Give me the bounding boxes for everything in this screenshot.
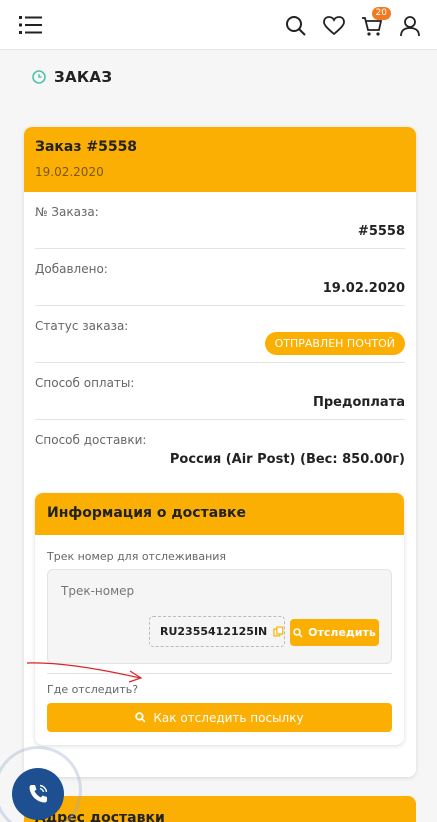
cart-count-badge: 20 bbox=[371, 7, 391, 20]
header-actions: 20 bbox=[283, 7, 423, 44]
user-icon[interactable] bbox=[397, 13, 423, 39]
track-code-text: RU2355412125IN bbox=[160, 625, 268, 638]
row-label: Добавлено: bbox=[35, 262, 108, 276]
search-icon bbox=[293, 627, 303, 638]
clock-icon bbox=[32, 70, 46, 84]
row-label: № Заказа: bbox=[35, 205, 99, 219]
delivery-info-card: Информация о доставке Трек номер для отс… bbox=[35, 493, 404, 745]
track-number-box: Трек-номер RU2355412125IN Отследить bbox=[47, 569, 392, 664]
order-number-row: № Заказа: #5558 bbox=[35, 192, 405, 249]
track-button-label: Отследить bbox=[308, 626, 376, 639]
page-title: ЗАКАЗ bbox=[32, 68, 112, 86]
how-to-track-button[interactable]: Как отследить посылку bbox=[47, 703, 392, 732]
row-value: Предоплата bbox=[312, 395, 405, 410]
search-icon bbox=[135, 712, 146, 723]
track-box-title: Трек-номер bbox=[61, 584, 135, 598]
order-status-row: Статус заказа: ОТПРАВЛЕН ПОЧТОЙ bbox=[35, 306, 405, 363]
order-title: Заказ #5558 bbox=[35, 139, 138, 155]
row-value: 19.02.2020 bbox=[322, 281, 405, 296]
copy-icon[interactable] bbox=[273, 626, 284, 637]
row-label: Способ оплаты: bbox=[35, 376, 135, 390]
call-button[interactable] bbox=[12, 768, 64, 820]
order-header: Заказ #5558 19.02.2020 bbox=[24, 127, 416, 192]
payment-method-row: Способ оплаты: Предоплата bbox=[35, 363, 405, 420]
page-title-text: ЗАКАЗ bbox=[54, 68, 113, 86]
cart-icon[interactable]: 20 bbox=[359, 7, 391, 39]
track-button[interactable]: Отследить bbox=[290, 619, 379, 646]
order-added-row: Добавлено: 19.02.2020 bbox=[35, 249, 405, 306]
order-date: 19.02.2020 bbox=[35, 165, 104, 179]
delivery-info-title: Информация о доставке bbox=[35, 493, 404, 535]
row-label: Способ доставки: bbox=[35, 433, 147, 447]
row-value: Россия (Air Post) (Вес: 850.00г) bbox=[169, 452, 405, 467]
track-number-label: Трек номер для отслеживания bbox=[47, 550, 227, 563]
phone-icon bbox=[29, 784, 48, 803]
top-bar: 20 bbox=[0, 0, 437, 50]
search-icon[interactable] bbox=[283, 13, 309, 39]
heart-icon[interactable] bbox=[321, 13, 347, 39]
row-value: #5558 bbox=[357, 224, 405, 239]
shipping-method-row: Способ доставки: Россия (Air Post) (Вес:… bbox=[35, 420, 405, 477]
menu-icon[interactable] bbox=[18, 12, 44, 38]
how-to-track-label: Как отследить посылку bbox=[153, 710, 304, 725]
red-arrow-annotation bbox=[26, 662, 143, 683]
track-code-field[interactable]: RU2355412125IN bbox=[149, 616, 285, 647]
status-badge: ОТПРАВЛЕН ПОЧТОЙ bbox=[264, 332, 405, 355]
delivery-address-card: Адрес доставки bbox=[24, 796, 416, 822]
row-label: Статус заказа: bbox=[35, 319, 129, 333]
page-content: ЗАКАЗ Заказ #5558 19.02.2020 № Заказа: #… bbox=[0, 50, 437, 822]
